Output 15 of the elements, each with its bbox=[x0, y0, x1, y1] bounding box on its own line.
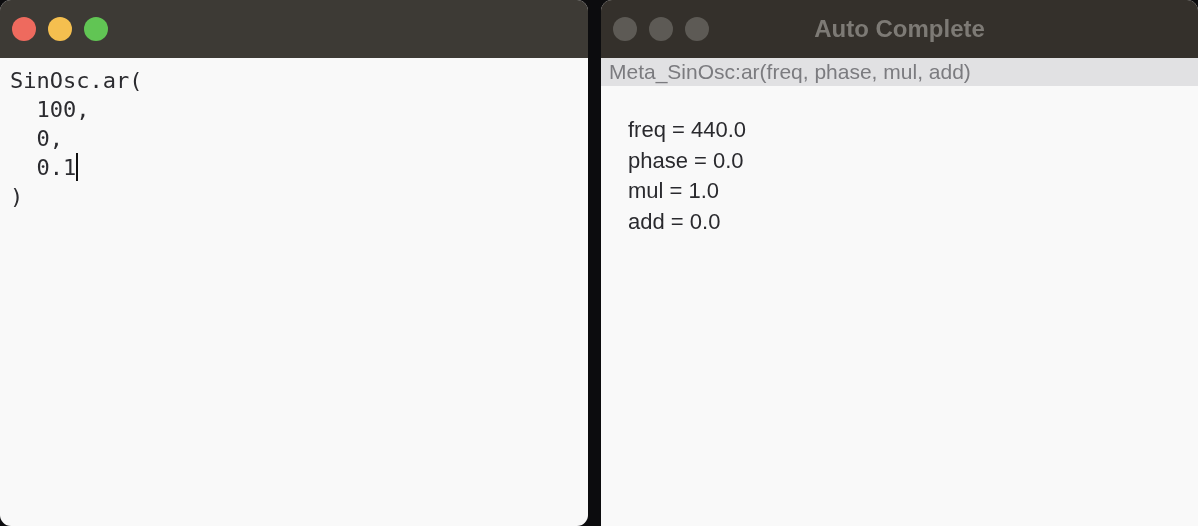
method-signature: Meta_SinOsc:ar(freq, phase, mul, add) bbox=[609, 59, 971, 86]
code-line: 0.1 bbox=[35, 153, 79, 182]
argument-default: phase = 0.0 bbox=[628, 146, 744, 175]
zoom-button[interactable] bbox=[84, 17, 108, 41]
code-line: ) bbox=[10, 183, 24, 211]
minimize-button[interactable] bbox=[48, 17, 72, 41]
argument-default: mul = 1.0 bbox=[628, 177, 720, 205]
argument-default: add = 0.0 bbox=[628, 207, 721, 236]
close-button[interactable] bbox=[12, 17, 36, 41]
code-line: 100, bbox=[35, 96, 90, 124]
code-line: SinOsc.ar( bbox=[10, 67, 143, 95]
close-button[interactable] bbox=[613, 17, 637, 41]
window-title: Auto Complete bbox=[814, 15, 985, 42]
argument-default: freq = 440.0 bbox=[628, 116, 747, 144]
code-line: 0, bbox=[35, 125, 63, 153]
